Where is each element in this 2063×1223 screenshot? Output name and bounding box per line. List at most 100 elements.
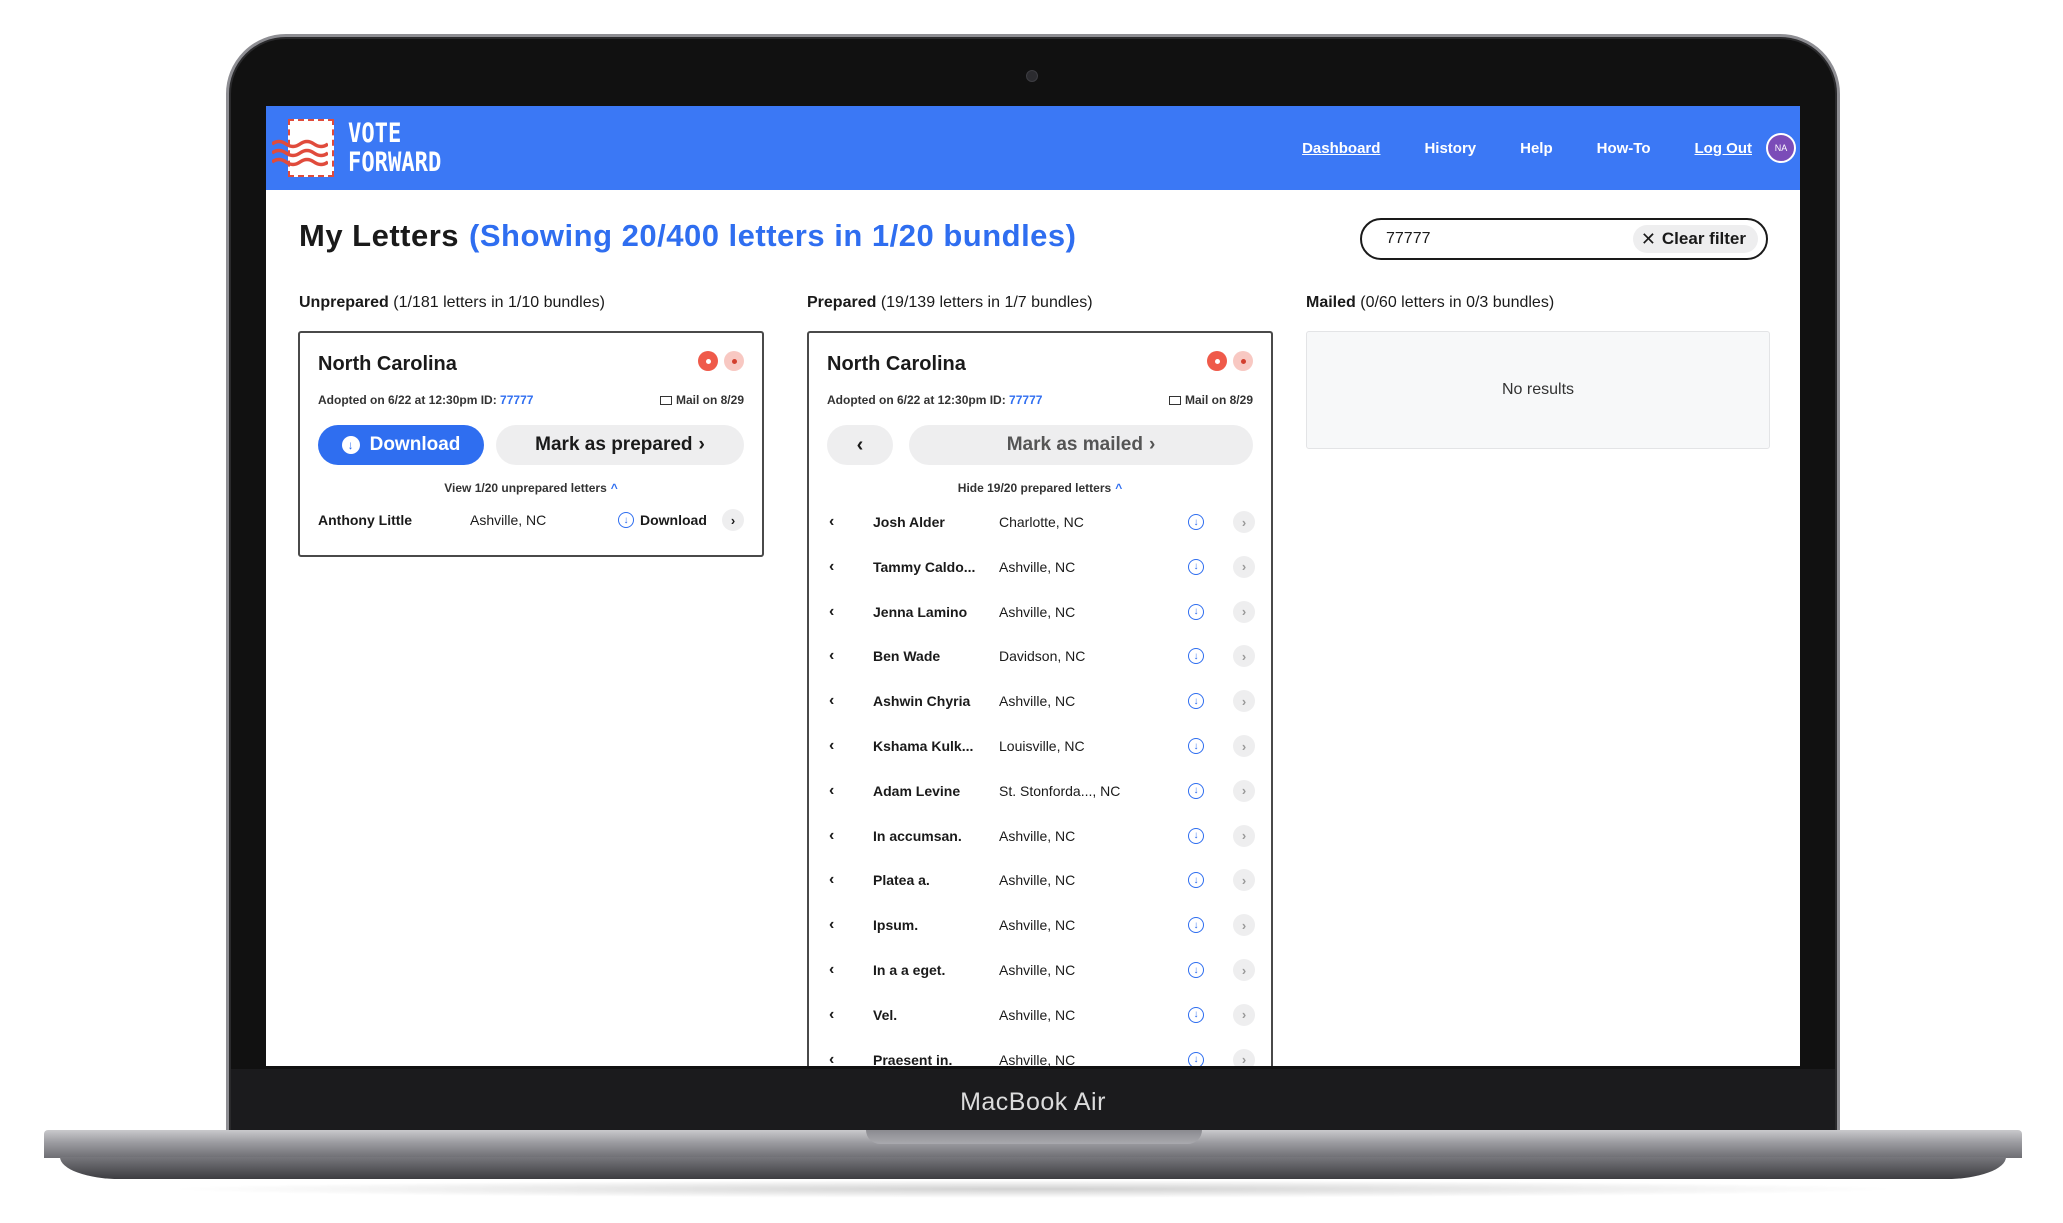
letter-city: Charlotte, NC [999, 514, 1084, 530]
record-icon [1207, 351, 1227, 371]
download-icon[interactable]: ↓ [1188, 603, 1204, 620]
chevron-right-icon[interactable]: › [1233, 645, 1255, 668]
download-icon[interactable]: ↓ [1188, 693, 1204, 710]
letter-row: ‹ In a a eget. Ashville, NC ↓ › [809, 953, 1271, 987]
download-icon[interactable]: ↓ [1188, 1051, 1204, 1066]
chevron-left-icon[interactable]: ‹ [829, 647, 845, 665]
chevron-right-icon: › [698, 434, 705, 455]
bundle-id-link[interactable]: 77777 [500, 393, 533, 407]
chevron-right-icon[interactable]: › [1233, 959, 1255, 981]
chevron-right-icon[interactable]: › [1233, 735, 1255, 757]
download-icon[interactable]: ↓ [1188, 872, 1204, 889]
chevron-left-icon[interactable]: ‹ [829, 827, 845, 845]
bundle-meta: Adopted on 6/22 at 12:30pm ID: 77777 [827, 393, 1042, 407]
stamp-icon [272, 119, 334, 177]
letter-city: Ashville, NC [999, 1006, 1076, 1023]
row-download-link[interactable]: ↓ Download [618, 512, 707, 528]
move-back-button[interactable]: ‹ [827, 425, 893, 465]
clear-filter-button[interactable]: ✕ Clear filter [1632, 225, 1758, 253]
adopted-text: Adopted on 6/22 at 12:30pm ID: [827, 393, 1006, 407]
chevron-left-icon[interactable]: ‹ [829, 737, 845, 755]
bundle-status-dots [1201, 351, 1253, 371]
prepared-label: Prepared [807, 294, 877, 311]
view-unprepared-toggle[interactable]: View 1/20 unprepared letters ^ [300, 481, 762, 495]
hide-prepared-toggle[interactable]: Hide 19/20 prepared letters ^ [809, 481, 1271, 495]
bundle-id-link[interactable]: 77777 [1009, 393, 1042, 407]
prepared-header: Prepared (19/139 letters in 1/7 bundles) [807, 294, 1093, 312]
vote-forward-logo[interactable]: VOTE FORWARD [272, 116, 462, 180]
laptop-shadow [160, 1180, 1906, 1198]
letter-name: Anthony Little [318, 512, 413, 528]
mail-on: Mail on 8/29 [1168, 393, 1253, 407]
chevron-right-icon[interactable]: › [1233, 690, 1255, 713]
nav-logout[interactable]: Log Out [1695, 140, 1752, 157]
mail-on-text: Mail on 8/29 [675, 393, 744, 407]
download-icon[interactable]: ↓ [1188, 514, 1204, 530]
download-icon[interactable]: ↓ [1188, 827, 1204, 844]
chevron-left-icon[interactable]: ‹ [829, 871, 845, 889]
chevron-left-icon[interactable]: ‹ [829, 916, 845, 934]
letter-city: Ashville, NC [999, 872, 1076, 889]
unprepared-count: (1/181 letters in 1/10 bundles) [393, 294, 605, 311]
chevron-left-icon[interactable]: ‹ [829, 1006, 845, 1024]
filter-input[interactable] [1386, 230, 1633, 248]
mark-as-mailed-button[interactable]: Mark as mailed › [909, 425, 1253, 465]
letter-row: ‹ Kshama Kulk... Louisville, NC ↓ › [809, 729, 1271, 763]
chevron-left-icon: ‹ [856, 433, 864, 456]
chevron-left-icon[interactable]: ‹ [829, 692, 845, 710]
chevron-right-icon[interactable]: › [1233, 824, 1255, 847]
top-navbar: VOTE FORWARD Dashboard History Help How-… [266, 106, 1800, 190]
logo-text: VOTE FORWARD [348, 119, 441, 177]
unprepared-bundle-card: North Carolina Adopted on 6/22 at 12:30p… [298, 331, 764, 557]
chevron-right-icon[interactable]: › [1233, 1003, 1255, 1026]
bundle-state: North Carolina [827, 353, 966, 375]
nav-help[interactable]: Help [1520, 140, 1553, 157]
mailed-empty-state: No results [1306, 331, 1770, 449]
chevron-right-icon[interactable]: › [1233, 600, 1255, 623]
avatar[interactable]: NA [1766, 133, 1796, 163]
download-icon[interactable]: ↓ [1188, 782, 1204, 799]
clear-filter-label: Clear filter [1661, 229, 1746, 248]
nav-howto[interactable]: How-To [1597, 140, 1651, 157]
nav-dashboard[interactable]: Dashboard [1302, 140, 1380, 157]
camera-dot [1026, 70, 1038, 82]
letter-name: Adam Levine [873, 782, 961, 799]
nav-history[interactable]: History [1424, 140, 1476, 157]
letter-city: Davidson, NC [999, 648, 1086, 665]
download-icon[interactable]: ↓ [1188, 917, 1204, 934]
mark-mailed-label: Mark as mailed [1006, 434, 1143, 455]
letter-row: ‹ Jenna Lamino Ashville, NC ↓ › [809, 595, 1271, 629]
mailed-count: (0/60 letters in 0/3 bundles) [1360, 294, 1555, 311]
chevron-right-icon[interactable]: › [1233, 1048, 1255, 1066]
chevron-left-icon[interactable]: ‹ [829, 1051, 845, 1066]
download-icon: ↓ [618, 512, 634, 528]
chevron-right-icon[interactable]: › [1233, 555, 1255, 578]
chevron-right-icon[interactable]: › [1233, 511, 1255, 533]
chevron-left-icon[interactable]: ‹ [829, 513, 845, 531]
download-icon[interactable]: ↓ [1188, 648, 1204, 665]
mail-on: Mail on 8/29 [659, 393, 744, 407]
download-icon[interactable]: ↓ [1188, 738, 1204, 754]
download-icon[interactable]: ↓ [1188, 962, 1204, 978]
letter-name: Jenna Lamino [873, 603, 968, 620]
chevron-right-icon[interactable]: › [1233, 914, 1255, 937]
chevron-left-icon[interactable]: ‹ [829, 603, 845, 621]
chevron-left-icon[interactable]: ‹ [829, 558, 845, 576]
download-button[interactable]: ↓ Download [318, 425, 484, 465]
chevron-left-icon[interactable]: ‹ [829, 782, 845, 800]
envelope-icon [1168, 395, 1181, 405]
mark-as-prepared-button[interactable]: Mark as prepared › [496, 425, 744, 465]
mark-prepared-label: Mark as prepared [535, 434, 693, 455]
download-icon[interactable]: ↓ [1188, 558, 1204, 575]
chevron-left-icon[interactable]: ‹ [829, 961, 845, 979]
unprepared-header: Unprepared (1/181 letters in 1/10 bundle… [299, 294, 605, 312]
chevron-right-icon[interactable]: › [722, 509, 744, 531]
chevron-right-icon[interactable]: › [1233, 869, 1255, 892]
logo-line-2: FORWARD [348, 147, 442, 178]
letter-city: Ashville, NC [999, 1051, 1076, 1066]
chevron-right-icon[interactable]: › [1233, 779, 1255, 802]
letter-name: Kshama Kulk... [873, 738, 974, 754]
letter-name: Vel. [873, 1006, 898, 1023]
laptop-base-bottom [60, 1157, 2006, 1179]
download-icon[interactable]: ↓ [1188, 1006, 1204, 1023]
